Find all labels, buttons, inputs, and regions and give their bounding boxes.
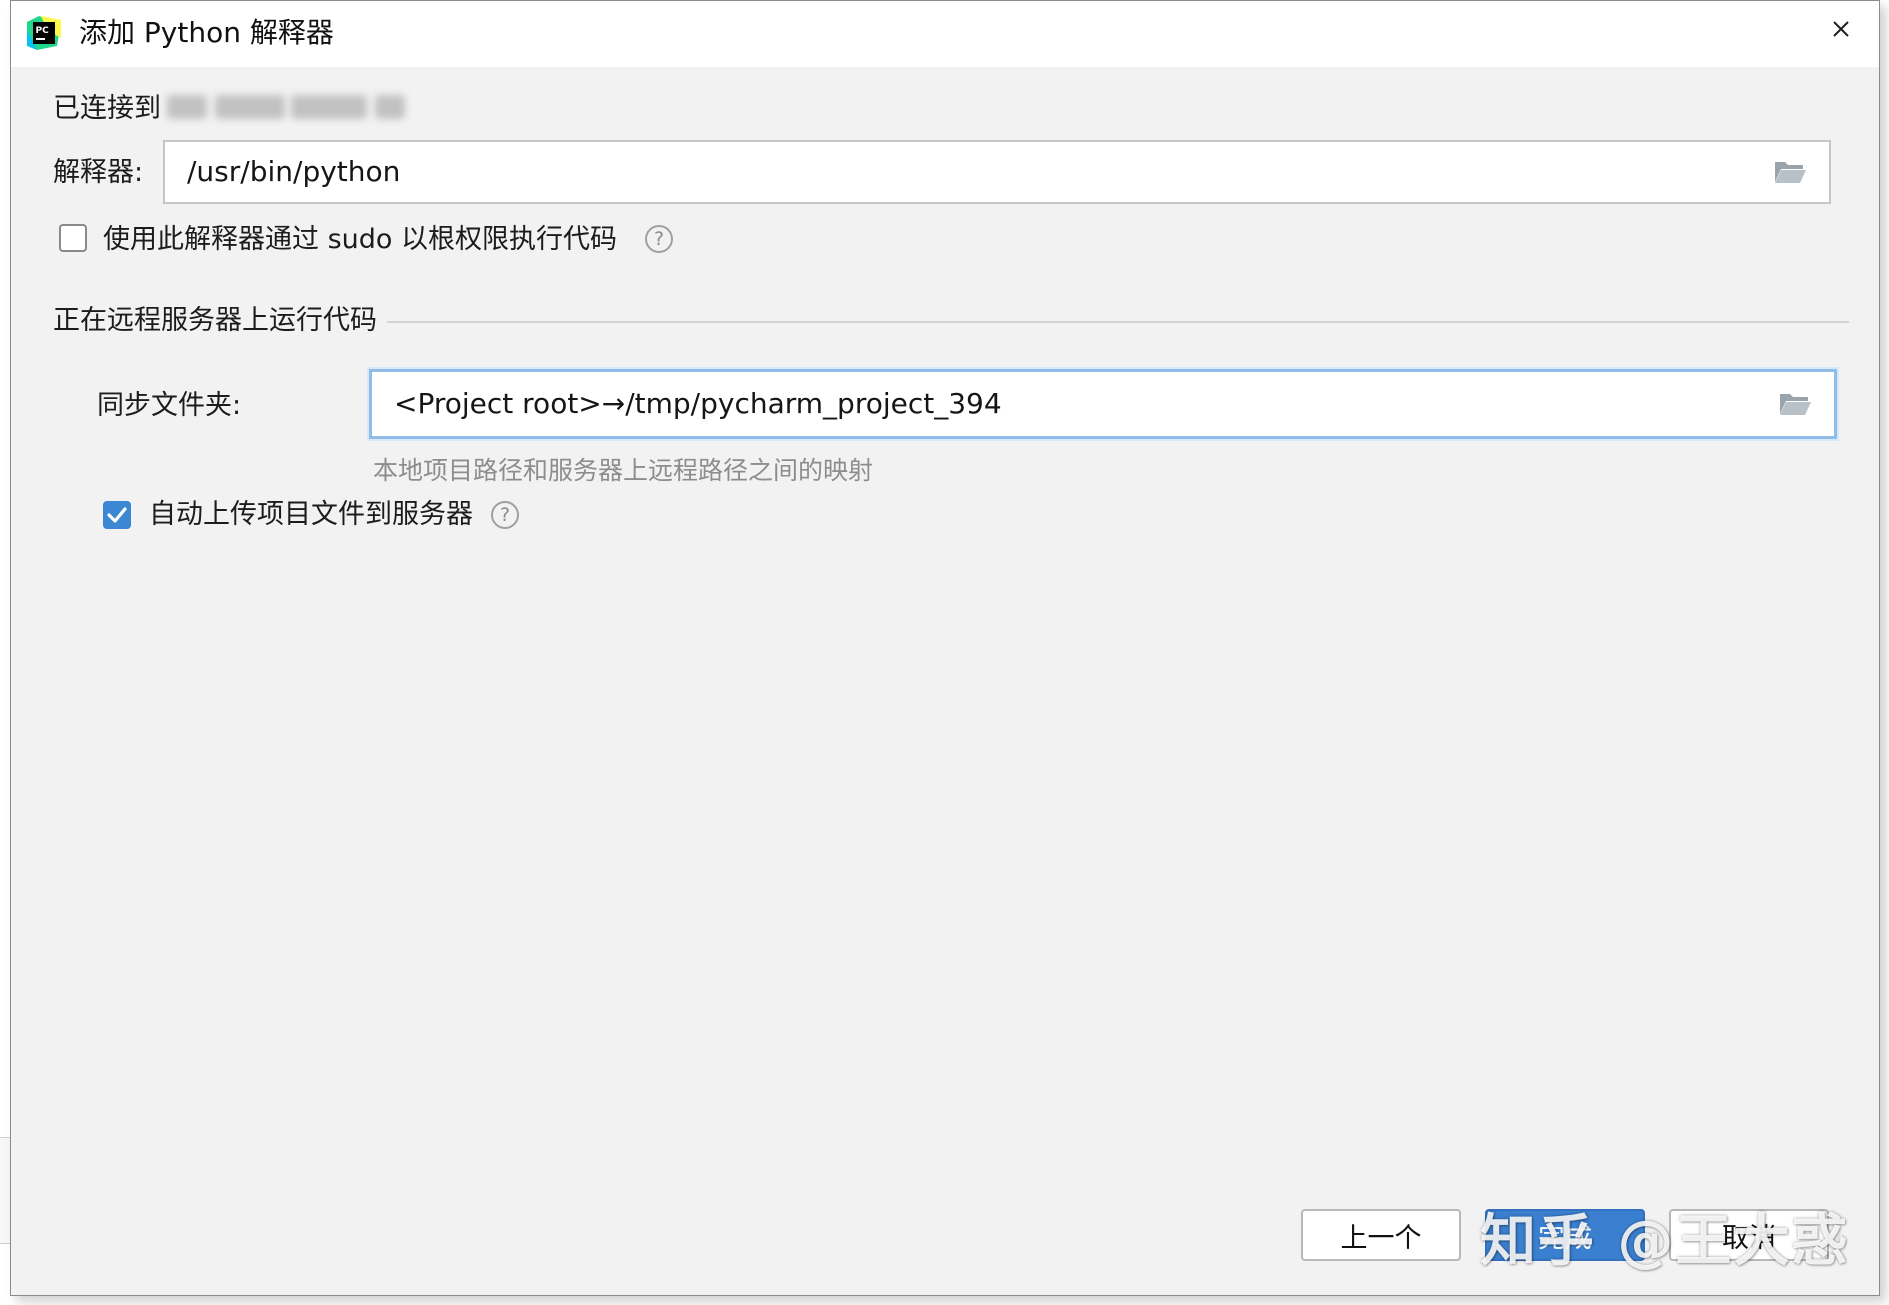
sync-folder-field[interactable]: <Project root>→/tmp/pycharm_project_394 (369, 369, 1837, 439)
sudo-checkbox[interactable] (59, 224, 87, 252)
section-separator (387, 321, 1849, 323)
title-bar: PC 添加 Python 解释器 (11, 1, 1879, 67)
finish-button[interactable]: 完成 (1485, 1209, 1645, 1261)
folder-open-icon[interactable] (1773, 158, 1807, 186)
cancel-button[interactable]: 取消 (1669, 1209, 1829, 1261)
interpreter-label: 解释器: (53, 157, 144, 188)
close-icon (1833, 21, 1849, 37)
question-mark-icon[interactable]: ? (645, 225, 673, 253)
pycharm-icon: PC (27, 16, 61, 50)
svg-text:PC: PC (36, 26, 50, 36)
sync-folder-label: 同步文件夹: (97, 390, 242, 421)
sync-folder-hint: 本地项目路径和服务器上远程路径之间的映射 (373, 456, 874, 485)
auto-upload-checkbox[interactable] (103, 501, 131, 529)
folder-open-icon[interactable] (1778, 390, 1812, 418)
redacted-host-address (167, 93, 417, 123)
remote-section-title: 正在远程服务器上运行代码 (53, 305, 377, 336)
sudo-option-label: 使用此解释器通过 sudo 以根权限执行代码 (103, 224, 618, 255)
connection-label: 已连接到 (53, 93, 161, 124)
checkmark-icon (107, 507, 127, 523)
auto-upload-label: 自动上传项目文件到服务器 (149, 499, 473, 530)
interpreter-path-value: /usr/bin/python (187, 155, 401, 188)
interpreter-path-field[interactable]: /usr/bin/python (163, 140, 1831, 204)
question-mark-icon[interactable]: ? (491, 501, 519, 529)
previous-button[interactable]: 上一个 (1301, 1209, 1461, 1261)
dialog-title: 添加 Python 解释器 (79, 16, 334, 49)
add-python-interpreter-dialog: PC 添加 Python 解释器 已连接到 解释器: /usr/bin/pyth… (10, 0, 1880, 1296)
sync-folder-value: <Project root>→/tmp/pycharm_project_394 (394, 387, 1002, 420)
close-button[interactable] (1823, 11, 1859, 47)
screen: PC 添加 Python 解释器 已连接到 解释器: /usr/bin/pyth… (0, 0, 1889, 1305)
